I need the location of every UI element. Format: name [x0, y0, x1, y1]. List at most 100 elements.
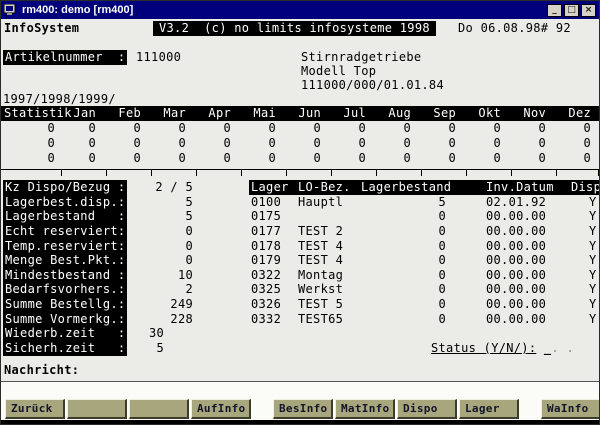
warehouse-id: 0100: [251, 195, 281, 210]
fkey-empty-2-button[interactable]: [67, 399, 127, 419]
stat-value: 0: [1, 136, 61, 151]
stat-value: 0: [331, 136, 376, 151]
version-banner: V3.2 (c) no limits infosysteme 1998: [153, 21, 436, 36]
col-inv-datum: Inv.Datum: [486, 180, 554, 195]
fkey-wainfo-button[interactable]: WaInfo: [541, 399, 600, 419]
minimize-icon[interactable]: _: [547, 4, 562, 17]
stock-qty: 0: [361, 209, 446, 224]
stat-value: 0: [286, 136, 331, 151]
stat-value: 0: [196, 121, 241, 136]
stat-col-jul: Jul: [331, 106, 376, 121]
fkey-lager-button[interactable]: Lager: [459, 399, 519, 419]
warehouse-name: Werkst: [298, 282, 343, 297]
stat-col-dez: Dez: [556, 106, 600, 121]
warehouse-row[interactable]: 0177TEST 2000.00.00Y: [249, 224, 600, 239]
stat-value: 0: [421, 136, 466, 151]
warehouse-id: 0178: [251, 239, 281, 254]
stat-col-sep: Sep: [421, 106, 466, 121]
warehouse-id: 0332: [251, 312, 281, 327]
stat-row: 0000000000000: [1, 121, 600, 136]
fkey-zurück-button[interactable]: Zurück: [5, 399, 65, 419]
stock-qty: 0: [361, 224, 446, 239]
warehouse-id: 0179: [251, 253, 281, 268]
dispo-field-value: 5: [129, 341, 164, 356]
message-label: Nachricht:: [4, 363, 79, 378]
inventory-date: 00.00.00: [486, 224, 546, 239]
stat-value: 0: [511, 136, 556, 151]
warehouse-row[interactable]: 0179TEST 4000.00.00Y: [249, 253, 600, 268]
warehouse-row[interactable]: 0322Montag000.00.00Y: [249, 268, 600, 283]
warehouse-name: TEST 5: [298, 297, 343, 312]
fkey-empty-3-button[interactable]: [129, 399, 189, 419]
stat-value: 0: [241, 121, 286, 136]
stat-value: 0: [466, 121, 511, 136]
warehouse-row[interactable]: 0100Hauptl502.01.92Y: [249, 195, 600, 210]
dispo-field-label: Bedarfsvorhers.:: [3, 282, 127, 297]
fkey-dispo-button[interactable]: Dispo: [397, 399, 457, 419]
warehouse-row[interactable]: 0332TEST65000.00.00Y: [249, 312, 600, 327]
dispo-field-label: Summe Bestellg.:: [3, 297, 127, 312]
article-model: Modell Top: [301, 64, 376, 79]
stat-col-nov: Nov: [511, 106, 556, 121]
datetime-display: Do 06.08.98# 92: [458, 21, 571, 36]
dispo-field-label: Wiederb.zeit :: [3, 326, 127, 341]
warehouse-id: 0322: [251, 268, 281, 283]
stat-value: 0: [286, 121, 331, 136]
column-tick: [286, 170, 287, 176]
dispo-field-value: 10: [129, 268, 193, 283]
warehouse-row[interactable]: 0325Werkst000.00.00Y: [249, 282, 600, 297]
article-number-field[interactable]: 111000: [136, 50, 181, 65]
dispo-flag: Y: [589, 224, 597, 239]
stat-value: 0: [556, 151, 600, 166]
stat-value: 0: [151, 136, 196, 151]
statistics-ruler: [1, 169, 600, 177]
stat-value: 0: [376, 151, 421, 166]
column-tick: [556, 170, 557, 176]
stat-value: 0: [421, 121, 466, 136]
close-icon[interactable]: ×: [581, 4, 596, 17]
warehouse-id: 0175: [251, 209, 281, 224]
stat-value: 0: [151, 121, 196, 136]
stat-value: 0: [106, 121, 151, 136]
column-tick: [376, 170, 377, 176]
dispo-flag: Y: [589, 195, 597, 210]
stat-value: 0: [241, 136, 286, 151]
inventory-date: 00.00.00: [486, 312, 546, 327]
stat-value: 0: [511, 151, 556, 166]
dispo-field-label: Lagerbest.disp.:: [3, 195, 127, 210]
dispo-field-value: 5: [129, 209, 193, 224]
inventory-date: 00.00.00: [486, 209, 546, 224]
fkey-aufinfo-button[interactable]: AufInfo: [191, 399, 251, 419]
terminal-icon: [4, 4, 18, 16]
stat-value: 0: [466, 151, 511, 166]
stat-value: 0: [286, 151, 331, 166]
dispo-flag: Y: [589, 268, 597, 283]
stat-value: 0: [196, 136, 241, 151]
col-dispo: Dispo: [571, 180, 600, 195]
warehouse-row[interactable]: 0175 0 00.00.00 Y: [249, 209, 600, 224]
stat-value: 0: [331, 151, 376, 166]
warehouse-row[interactable]: 0326TEST 5000.00.00Y: [249, 297, 600, 312]
col-lo-bez: LO-Bez.: [298, 180, 351, 195]
column-tick: [466, 170, 467, 176]
warehouse-name: TEST65: [298, 312, 343, 327]
dispo-flag: Y: [589, 239, 597, 254]
stat-value: 0: [61, 121, 106, 136]
dispo-field-label: Sicherh.zeit :: [3, 341, 127, 356]
warehouse-name: Montag: [298, 268, 343, 283]
warehouse-row[interactable]: 0178TEST 4000.00.00Y: [249, 239, 600, 254]
dispo-flag: Y: [589, 209, 597, 224]
article-number-label: Artikelnummer :: [3, 50, 127, 65]
stat-value: 0: [106, 151, 151, 166]
stat-value: 0: [1, 151, 61, 166]
titlebar[interactable]: rm400: demo [rm400] _ □ ×: [1, 1, 599, 19]
column-tick: [511, 170, 512, 176]
dispo-field-value: 2 / 5: [129, 180, 193, 195]
fkey-matinfo-button[interactable]: MatInfo: [335, 399, 395, 419]
maximize-icon[interactable]: □: [564, 4, 579, 17]
dispo-flag: Y: [589, 312, 597, 327]
fkey-besinfo-button[interactable]: BesInfo: [273, 399, 333, 419]
stat-value: 0: [106, 136, 151, 151]
stat-value: 0: [421, 151, 466, 166]
dispo-flag: Y: [589, 253, 597, 268]
